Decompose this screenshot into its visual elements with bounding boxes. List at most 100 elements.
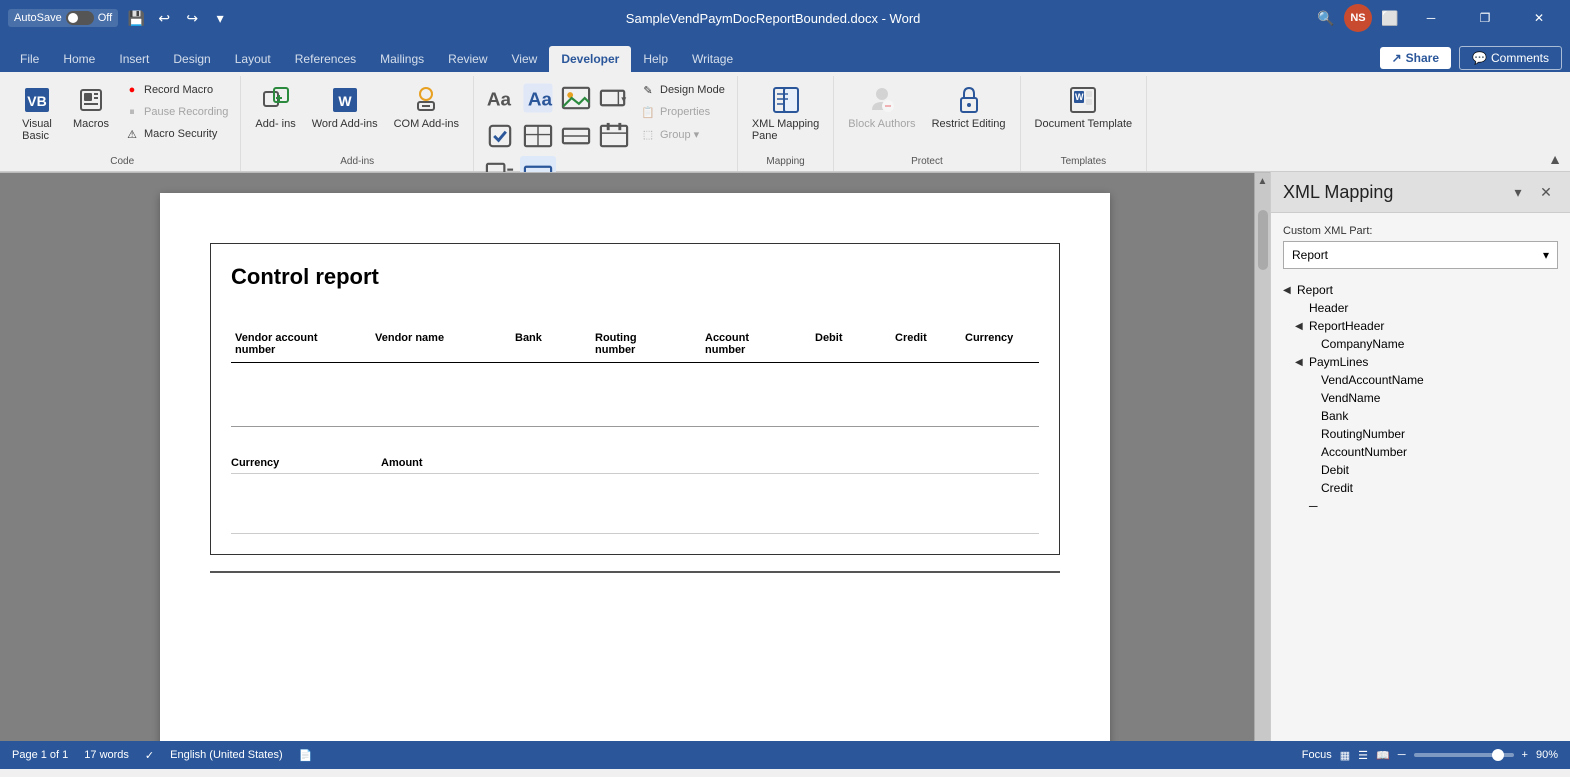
statusbar: Page 1 of 1 17 words ✓ English (United S… [0,741,1570,769]
share-icon: ↗ [1392,51,1402,65]
document-template-button[interactable]: W Document Template [1029,80,1139,134]
tree-item-accountnumber[interactable]: AccountNumber [1283,443,1558,461]
controls-actions-col: ✎ Design Mode 📋 Properties ⬚ Group ▾ [636,80,729,144]
undo-icon[interactable]: ↩ [154,8,174,28]
tree-item-vendname[interactable]: VendName [1283,389,1558,407]
scroll-thumb[interactable] [1258,210,1268,270]
record-macro-button[interactable]: ● Record Macro [120,80,232,100]
pause-recording-button: ⏸ Pause Recording [120,102,232,122]
checkbox-control-icon [484,120,516,152]
search-icon[interactable]: 🔍 [1316,8,1336,28]
ribbon-display-icon[interactable]: ⬜ [1380,8,1400,28]
zoom-out-icon[interactable]: ─ [1398,749,1406,761]
restore-button[interactable]: ❐ [1462,0,1508,36]
amount-label: Amount [381,457,581,469]
xml-panel-close-button[interactable]: ✕ [1534,180,1558,204]
header-leaf [1295,301,1307,315]
vertical-scrollbar[interactable]: ▲ ▼ [1254,173,1270,741]
cursor-line [210,571,1060,573]
combo-control-button[interactable]: ▾ [596,80,632,116]
ribbon-collapse-button[interactable]: ▲ [1548,151,1562,167]
save-icon[interactable]: 💾 [126,8,146,28]
table-control-button[interactable] [520,118,556,154]
autosave-pill[interactable] [66,11,94,25]
zoom-slider[interactable] [1414,753,1514,757]
protect-group-label: Protect [842,153,1011,167]
tab-developer[interactable]: Developer [549,46,631,72]
macros-button[interactable]: Macros [66,80,116,134]
tab-layout[interactable]: Layout [223,46,283,72]
tree-item-paymlines[interactable]: ◀ PaymLines [1283,353,1558,371]
tree-label-reportheader: ReportHeader [1309,319,1384,333]
xml-panel-collapse-button[interactable]: ▾ [1506,180,1530,204]
comments-button[interactable]: 💬 Comments [1459,46,1562,70]
tab-home[interactable]: Home [51,46,107,72]
tree-item-companyname[interactable]: CompanyName [1283,335,1558,353]
tab-mailings[interactable]: Mailings [368,46,436,72]
tree-item-ellipsis[interactable]: ─ [1283,497,1558,515]
autosave-toggle[interactable]: AutoSave Off [8,9,118,27]
design-mode-label: Design Mode [660,84,725,96]
doc-scroll[interactable]: Control report Vendor accountnumber Vend… [0,173,1270,741]
zoom-level[interactable]: 90% [1536,749,1558,761]
restrict-editing-label: Restrict Editing [932,118,1006,130]
tab-writage[interactable]: Writage [680,46,745,72]
tree-item-header[interactable]: Header [1283,299,1558,317]
group-button: ⬚ Group ▾ [636,124,729,144]
word-count: 17 words [84,749,129,761]
zoom-in-icon[interactable]: + [1522,749,1528,761]
text-control-a-button[interactable]: Aa [520,80,556,116]
block-authors-button: Block Authors [842,80,921,134]
scroll-up-arrow[interactable]: ▲ [1255,173,1270,190]
com-add-ins-button[interactable]: COM Add-ins [388,80,465,134]
avatar[interactable]: NS [1344,4,1372,32]
macros-icon [75,84,107,116]
tab-help[interactable]: Help [631,46,680,72]
tab-view[interactable]: View [500,46,550,72]
text-control-aa-button[interactable]: Aa [482,80,518,116]
minimize-button[interactable]: ─ [1408,0,1454,36]
code-group-content: VB VisualBasic Macros ● Record [12,80,232,149]
tab-design[interactable]: Design [161,46,222,72]
addins-group-label: Add-ins [249,153,465,167]
language[interactable]: English (United States) [170,749,283,761]
tab-file[interactable]: File [8,46,51,72]
ribbon-tabs: File Home Insert Design Layout Reference… [0,36,1570,72]
customize-qat-icon[interactable]: ▾ [210,8,230,28]
tree-item-debit[interactable]: Debit [1283,461,1558,479]
share-button[interactable]: ↗ Share [1380,47,1451,69]
com-add-ins-icon [410,84,442,116]
tab-insert[interactable]: Insert [107,46,161,72]
list-control-button[interactable] [558,118,594,154]
visual-basic-button[interactable]: VB VisualBasic [12,80,62,146]
checkbox-control-button[interactable] [482,118,518,154]
design-mode-button[interactable]: ✎ Design Mode [636,80,729,100]
tree-label-report: Report [1297,283,1333,297]
templates-group-content: W Document Template [1029,80,1139,149]
macro-security-button[interactable]: ⚠ Macro Security [120,124,232,144]
restrict-editing-button[interactable]: Restrict Editing [926,80,1012,134]
view-normal-icon[interactable]: ▦ [1340,749,1350,762]
close-button[interactable]: ✕ [1516,0,1562,36]
focus-label[interactable]: Focus [1302,749,1332,761]
tree-item-routingnumber[interactable]: RoutingNumber [1283,425,1558,443]
tree-item-report[interactable]: ◀ Report [1283,281,1558,299]
word-add-ins-button[interactable]: W Word Add-ins [306,80,384,134]
tab-references[interactable]: References [283,46,368,72]
date-control-button[interactable] [596,118,632,154]
view-web-icon[interactable]: ☰ [1358,749,1368,762]
xml-part-dropdown[interactable]: Report ▾ [1283,241,1558,269]
add-ins-button[interactable]: Add- ins [249,80,301,134]
document-area: Control report Vendor accountnumber Vend… [0,172,1270,741]
image-control-button[interactable] [558,80,594,116]
tree-item-reportheader[interactable]: ◀ ReportHeader [1283,317,1558,335]
redo-icon[interactable]: ↪ [182,8,202,28]
spell-check-icon[interactable]: ✓ [145,749,154,762]
tree-item-vendaccountname[interactable]: VendAccountName [1283,371,1558,389]
xml-mapping-pane-button[interactable]: XML MappingPane [746,80,825,146]
tab-review[interactable]: Review [436,46,499,72]
tree-item-bank[interactable]: Bank [1283,407,1558,425]
tree-item-credit[interactable]: Credit [1283,479,1558,497]
page-info: Page 1 of 1 [12,749,68,761]
view-read-icon[interactable]: 📖 [1376,749,1390,762]
